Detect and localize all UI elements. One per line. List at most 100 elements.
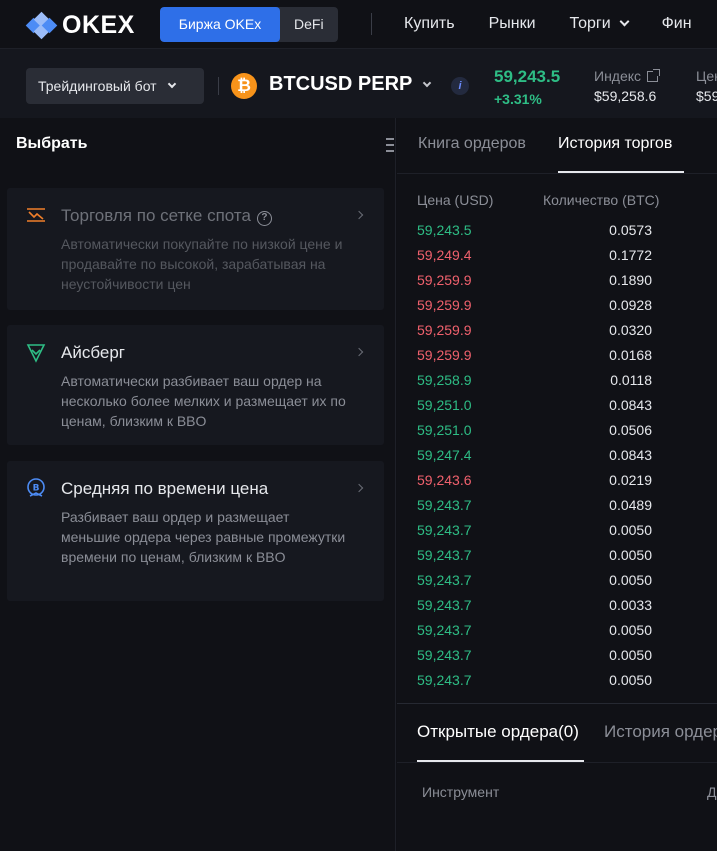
ticker-bar: Трейдинговый бот ₿ BTCUSD PERP i 59,243.… [0, 48, 717, 118]
instrument-name: BTCUSD PERP [269, 73, 413, 95]
trade-qty: 0.0928 [609, 297, 652, 313]
trade-row: 59,249.4 0.1772 [397, 243, 717, 268]
help-icon[interactable]: ? [256, 211, 272, 226]
nav-link-finance[interactable]: Фин [662, 15, 692, 33]
tab-order-book[interactable]: Книга ордеров [418, 135, 526, 153]
trading-bot-label: Трейдинговый бот [38, 78, 157, 94]
top-navigation: OKEX Биржа OKEx DeFi Купить Рынки Торги … [0, 0, 717, 48]
tab-order-history[interactable]: История ордера [604, 722, 717, 742]
trade-price: 59,251.0 [417, 397, 472, 413]
nav-link-markets[interactable]: Рынки [489, 15, 536, 33]
external-link-icon [647, 68, 661, 82]
drag-handle-icon[interactable] [386, 138, 396, 156]
trade-price: 59,243.7 [417, 672, 472, 688]
trade-qty: 0.1890 [609, 272, 652, 288]
trade-price: 59,243.7 [417, 522, 472, 538]
trade-price: 59,243.7 [417, 547, 472, 563]
trades-panel: Книга ордеров История торгов Цена (USD) … [397, 118, 717, 703]
info-icon[interactable]: i [451, 77, 469, 95]
trade-row: 59,247.4 0.0843 [397, 443, 717, 468]
strategy-title: Средняя по времени цена [61, 479, 269, 498]
trade-row: 59,243.7 0.0050 [397, 643, 717, 668]
trade-qty: 0.0033 [609, 597, 652, 613]
trade-qty: 0.0219 [609, 472, 652, 488]
trade-row: 59,259.9 0.0320 [397, 318, 717, 343]
strategy-card-twap[interactable]: B Средняя по времени цена Разбивает ваш … [7, 461, 384, 601]
trades-tabs: Книга ордеров История торгов [397, 118, 717, 174]
trade-qty: 0.0050 [609, 572, 652, 588]
trade-row: 59,258.9 0.0118 [397, 368, 717, 393]
trade-qty: 0.0843 [609, 447, 652, 463]
grid-trading-icon [27, 208, 45, 222]
nav-link-trade[interactable]: Торги [569, 15, 630, 33]
brand-name: OKEX [62, 11, 135, 39]
orders-panel: Открытые ордера(0) История ордера Инстру… [397, 703, 717, 851]
last-price: 59,243.5 [494, 67, 561, 86]
column-header-instrument: Инструмент [422, 784, 500, 800]
trade-price: 59,259.9 [417, 322, 472, 338]
trade-qty: 0.0843 [609, 397, 652, 413]
trade-qty: 0.1772 [609, 247, 652, 263]
index-label: Индекс [594, 68, 642, 84]
strategy-description: Разбивает ваш ордер и размещает меньшие … [61, 509, 346, 565]
active-tab-indicator [558, 171, 684, 173]
trade-row: 59,243.7 0.0489 [397, 493, 717, 518]
trade-row: 59,259.9 0.0168 [397, 343, 717, 368]
chevron-down-icon [619, 16, 630, 27]
next-stat-label: Цен [696, 68, 717, 84]
chevron-down-icon [423, 78, 432, 87]
trade-history-list: 59,243.5 0.0573 59,249.4 0.1772 59,259.9 0.18… [397, 218, 717, 693]
trade-row: 59,259.9 0.0928 [397, 293, 717, 318]
trade-qty: 0.0050 [609, 672, 652, 688]
strategy-title-text: Торговля по сетке спота [61, 206, 251, 225]
okex-logo-icon [25, 11, 58, 39]
trading-bot-dropdown[interactable]: Трейдинговый бот [26, 68, 204, 104]
exchange-tab-okex[interactable]: Биржа OKEx [160, 7, 280, 42]
trade-qty: 0.0320 [609, 322, 652, 338]
strategy-card-iceberg[interactable]: Айсберг Автоматически разбивает ваш орде… [7, 325, 384, 445]
trade-price: 59,243.5 [417, 222, 472, 238]
panel-title: Выбрать [16, 135, 88, 152]
nav-link-trade-label: Торги [569, 15, 611, 32]
trade-qty: 0.0506 [609, 422, 652, 438]
strategy-description: Автоматически разбивает ваш ордер на нес… [61, 373, 346, 429]
trade-price: 59,243.7 [417, 647, 472, 663]
nav-divider [371, 13, 372, 35]
trade-row: 59,259.9 0.1890 [397, 268, 717, 293]
strategy-card-grid[interactable]: Торговля по сетке спота? Автоматически п… [7, 188, 384, 310]
trade-price: 59,243.7 [417, 597, 472, 613]
strategy-title: Торговля по сетке спота? [61, 206, 272, 226]
trade-qty: 0.0489 [609, 497, 652, 513]
chevron-right-icon [354, 210, 364, 220]
strategy-title: Айсберг [61, 343, 125, 362]
trade-row: 59,243.7 0.0033 [397, 593, 717, 618]
index-price-link[interactable]: Индекс [594, 68, 661, 84]
chevron-right-icon [354, 347, 364, 357]
trade-price: 59,243.7 [417, 622, 472, 638]
trade-qty: 0.0118 [610, 372, 652, 388]
main-menu: Купить Рынки Торги Фин [404, 0, 717, 48]
trade-row: 59,243.7 0.0050 [397, 568, 717, 593]
trade-row: 59,243.5 0.0573 [397, 218, 717, 243]
divider [397, 762, 717, 763]
tab-trade-history[interactable]: История торгов [558, 135, 672, 153]
trade-price: 59,243.7 [417, 497, 472, 513]
trade-price: 59,258.9 [417, 372, 472, 388]
okex-logo[interactable]: OKEX [25, 11, 135, 40]
trade-row: 59,243.7 0.0050 [397, 618, 717, 643]
bitcoin-icon: ₿ [231, 73, 257, 99]
instrument-selector[interactable]: BTCUSD PERP [269, 73, 432, 96]
trade-price: 59,249.4 [417, 247, 472, 263]
strategy-description: Автоматически покупайте по низкой цене и… [61, 236, 343, 292]
trade-qty: 0.0050 [609, 647, 652, 663]
trade-price: 59,247.4 [417, 447, 472, 463]
svg-text:B: B [33, 484, 40, 494]
index-price-value: $59,258.6 [594, 88, 657, 104]
exchange-tab-defi[interactable]: DeFi [280, 7, 338, 42]
trade-qty: 0.0573 [609, 222, 652, 238]
exchange-switch: Биржа OKEx DeFi [160, 7, 338, 42]
trade-qty: 0.0168 [609, 347, 652, 363]
tab-open-orders[interactable]: Открытые ордера(0) [417, 722, 579, 742]
trade-row: 59,243.7 0.0050 [397, 668, 717, 693]
nav-link-buy[interactable]: Купить [404, 15, 455, 33]
